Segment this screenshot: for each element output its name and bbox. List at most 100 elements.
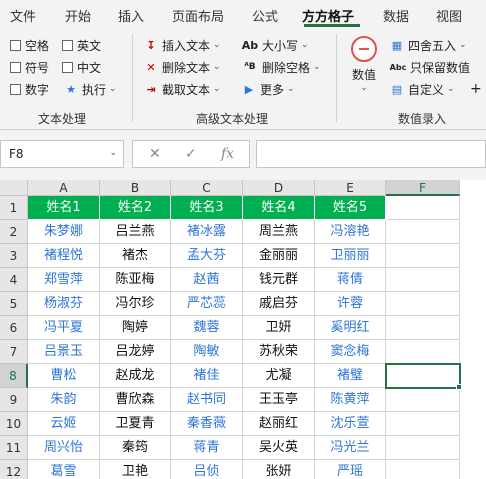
cell-e3[interactable]: 卫丽丽 [315, 244, 386, 268]
cell-c8[interactable]: 褚佳 [171, 364, 243, 388]
tab-data[interactable]: 数据 [383, 6, 409, 25]
cell-d8[interactable]: 尤凝 [243, 364, 315, 388]
cell-d1[interactable]: 姓名4 [243, 196, 315, 220]
cell-a4[interactable]: 郑雪萍 [28, 268, 100, 292]
cell-e2[interactable]: 冯溶艳 [315, 220, 386, 244]
keep-values-button[interactable]: Abc 只保留数值 [388, 58, 470, 76]
cell-c9[interactable]: 赵书同 [171, 388, 243, 412]
row-header-3[interactable]: 3 [0, 244, 28, 268]
row-header-4[interactable]: 4 [0, 268, 28, 292]
cell-c12[interactable]: 吕侦 [171, 460, 243, 479]
row-header-2[interactable]: 2 [0, 220, 28, 244]
checkbox-chinese[interactable]: 中文 [62, 58, 101, 76]
fill-handle[interactable] [456, 384, 462, 390]
cell-e6[interactable]: 奚明红 [315, 316, 386, 340]
cell-e4[interactable]: 蒋倩 [315, 268, 386, 292]
cell-b8[interactable]: 赵成龙 [100, 364, 171, 388]
cell-f5[interactable] [386, 292, 460, 316]
tab-home[interactable]: 开始 [65, 6, 91, 25]
select-all-corner[interactable] [0, 180, 28, 196]
tab-formulas[interactable]: 公式 [252, 6, 278, 25]
cancel-icon[interactable]: ✕ [149, 146, 161, 162]
cell-c4[interactable]: 赵茜 [171, 268, 243, 292]
name-box[interactable]: F8 ⌄ [0, 140, 124, 168]
case-button[interactable]: Ab 大小写 ⌄ [240, 36, 309, 54]
cell-f4[interactable] [386, 268, 460, 292]
cell-f3[interactable] [386, 244, 460, 268]
cell-d2[interactable]: 周兰燕 [243, 220, 315, 244]
cell-e12[interactable]: 严瑶 [315, 460, 386, 479]
function-icon[interactable]: fx [221, 146, 234, 162]
checkbox-number[interactable]: 数字 [10, 80, 49, 98]
cell-a10[interactable]: 云姬 [28, 412, 100, 436]
cell-f2[interactable] [386, 220, 460, 244]
chevron-down-icon[interactable]: ⌄ [109, 148, 117, 158]
cell-b9[interactable]: 曹欣森 [100, 388, 171, 412]
row-header-12[interactable]: 12 [0, 460, 28, 479]
cell-d11[interactable]: 吴火英 [243, 436, 315, 460]
cell-c3[interactable]: 孟大芬 [171, 244, 243, 268]
cell-a3[interactable]: 褚程悦 [28, 244, 100, 268]
cell-f11[interactable] [386, 436, 460, 460]
cell-e8[interactable]: 褚璧 [315, 364, 386, 388]
column-header-d[interactable]: D [243, 180, 315, 196]
custom-button[interactable]: ▤ 自定义 ⌄ [388, 80, 455, 98]
cell-d9[interactable]: 王玉亭 [243, 388, 315, 412]
cell-b12[interactable]: 卫艳 [100, 460, 171, 479]
cell-d6[interactable]: 卫妍 [243, 316, 315, 340]
formula-input[interactable] [256, 140, 486, 168]
add-icon[interactable]: + [470, 80, 482, 98]
cell-b7[interactable]: 吕龙婷 [100, 340, 171, 364]
row-header-9[interactable]: 9 [0, 388, 28, 412]
row-header-1[interactable]: 1 [0, 196, 28, 220]
cell-a2[interactable]: 朱梦娜 [28, 220, 100, 244]
cell-f6[interactable] [386, 316, 460, 340]
cell-c10[interactable]: 秦香薇 [171, 412, 243, 436]
cell-a11[interactable]: 周兴怡 [28, 436, 100, 460]
cell-d7[interactable]: 苏秋荣 [243, 340, 315, 364]
tab-view[interactable]: 视图 [436, 6, 462, 25]
cell-b5[interactable]: 冯尔珍 [100, 292, 171, 316]
cell-f12[interactable] [386, 460, 460, 479]
cell-f7[interactable] [386, 340, 460, 364]
cell-b2[interactable]: 吕兰燕 [100, 220, 171, 244]
cell-b3[interactable]: 褚杰 [100, 244, 171, 268]
rounding-button[interactable]: ▦ 四舍五入 ⌄ [388, 36, 467, 54]
cell-a9[interactable]: 朱韵 [28, 388, 100, 412]
extract-text-button[interactable]: ⇥ 截取文本 ⌄ [142, 80, 220, 98]
cell-a6[interactable]: 冯平夏 [28, 316, 100, 340]
cell-c6[interactable]: 魏蓉 [171, 316, 243, 340]
confirm-icon[interactable]: ✓ [185, 146, 197, 162]
column-header-c[interactable]: C [171, 180, 243, 196]
cell-b10[interactable]: 卫夏青 [100, 412, 171, 436]
tab-insert[interactable]: 插入 [118, 6, 144, 25]
execute-button[interactable]: ★ 执行 ⌄ [62, 80, 117, 98]
cell-c7[interactable]: 陶敏 [171, 340, 243, 364]
column-header-e[interactable]: E [315, 180, 386, 196]
row-header-7[interactable]: 7 [0, 340, 28, 364]
column-header-b[interactable]: B [100, 180, 171, 196]
cell-b1[interactable]: 姓名2 [100, 196, 171, 220]
cell-c5[interactable]: 严芯蕊 [171, 292, 243, 316]
tab-file[interactable]: 文件 [10, 6, 36, 25]
cell-f10[interactable] [386, 412, 460, 436]
cell-d3[interactable]: 金丽丽 [243, 244, 315, 268]
cell-e1[interactable]: 姓名5 [315, 196, 386, 220]
delete-spaces-button[interactable]: ᴬB 删除空格 ⌄ [240, 58, 320, 76]
cell-c11[interactable]: 蒋青 [171, 436, 243, 460]
cell-e7[interactable]: 窦念梅 [315, 340, 386, 364]
row-header-5[interactable]: 5 [0, 292, 28, 316]
cell-a8[interactable]: 曹松 [28, 364, 100, 388]
checkbox-space[interactable]: 空格 [10, 36, 49, 54]
column-header-f[interactable]: F [386, 180, 460, 196]
cell-f9[interactable] [386, 388, 460, 412]
cell-d10[interactable]: 赵丽红 [243, 412, 315, 436]
row-header-8[interactable]: 8 [0, 364, 28, 388]
cell-d4[interactable]: 钱元群 [243, 268, 315, 292]
checkbox-english[interactable]: 英文 [62, 36, 101, 54]
cell-e5[interactable]: 许蓉 [315, 292, 386, 316]
column-header-a[interactable]: A [28, 180, 100, 196]
cell-c2[interactable]: 褚冰露 [171, 220, 243, 244]
cell-e9[interactable]: 陈黄萍 [315, 388, 386, 412]
cell-a5[interactable]: 杨淑芬 [28, 292, 100, 316]
